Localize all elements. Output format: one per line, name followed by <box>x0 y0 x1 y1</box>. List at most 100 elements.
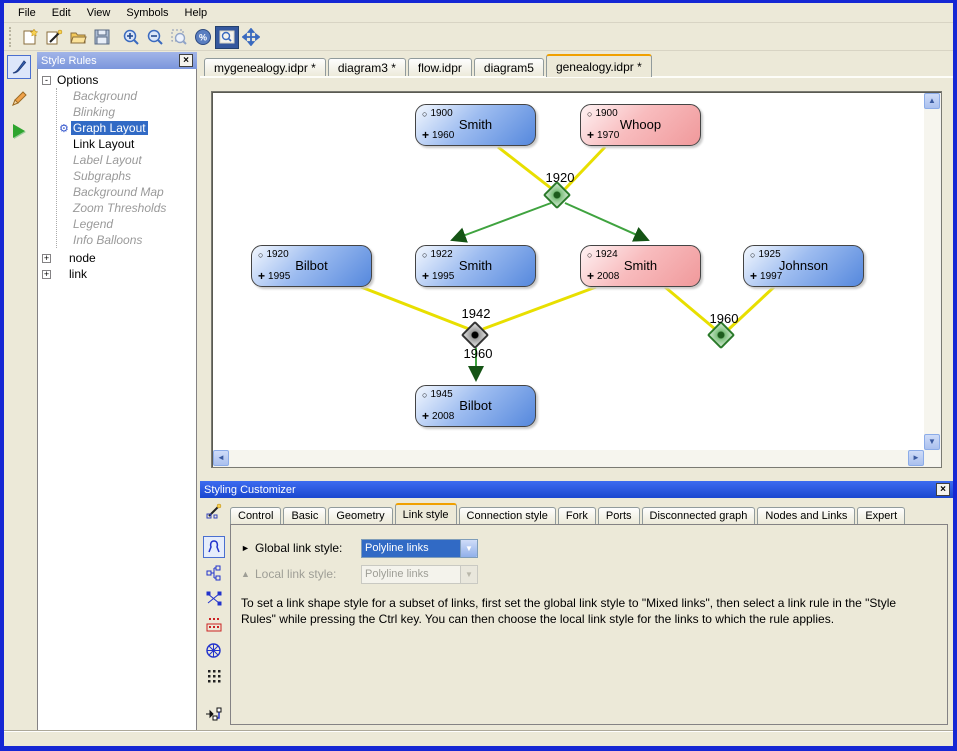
scroll-right-icon[interactable]: ► <box>908 450 924 466</box>
menu-view[interactable]: View <box>79 5 119 21</box>
tree-label[interactable]: Subgraphs <box>71 169 133 183</box>
open-button[interactable] <box>66 26 90 49</box>
tree-item-background[interactable]: Background <box>71 88 196 104</box>
menu-edit[interactable]: Edit <box>44 5 79 21</box>
diagram-canvas[interactable]: ○1900 Smith +1960 ○1900 Whoop +1970 ○192… <box>213 93 926 452</box>
tab-control[interactable]: Control <box>230 507 281 524</box>
grid-dots-button[interactable] <box>203 665 225 687</box>
run-button[interactable] <box>7 119 31 143</box>
collapse-icon[interactable]: - <box>42 76 51 85</box>
tree-item-zoom-thresholds[interactable]: Zoom Thresholds <box>71 200 196 216</box>
zoom-in-button[interactable] <box>119 26 143 49</box>
person-node-bilbot-1945[interactable]: ○1945 Bilbot +2008 <box>415 385 536 427</box>
tree-item-options[interactable]: - Options <box>42 72 196 88</box>
tree-item-link-layout[interactable]: Link Layout <box>71 136 196 152</box>
tab-ports[interactable]: Ports <box>598 507 640 524</box>
menu-help[interactable]: Help <box>177 5 216 21</box>
tree-item-background-map[interactable]: Background Map <box>71 184 196 200</box>
zoom-area-button[interactable] <box>167 26 191 49</box>
tree-layout-button[interactable] <box>203 562 225 584</box>
chevron-down-icon[interactable]: ▼ <box>460 540 477 557</box>
style-brush-button[interactable] <box>7 55 31 79</box>
tree-label[interactable]: Link Layout <box>71 137 136 151</box>
tree-item-subgraphs[interactable]: Subgraphs <box>71 168 196 184</box>
person-node-smith-1922[interactable]: ○1922 Smith +1995 <box>415 245 536 287</box>
style-rules-tree: - Options Background Blinking ⚙Graph Lay… <box>37 69 197 733</box>
toolbar-grip[interactable] <box>9 27 15 47</box>
styling-customizer-titlebar[interactable]: Styling Customizer × <box>200 481 954 498</box>
person-node-johnson-1925[interactable]: ○1925 Johnson +1997 <box>743 245 864 287</box>
tree-label[interactable]: Info Balloons <box>71 233 144 247</box>
person-node-whoop-1900[interactable]: ○1900 Whoop +1970 <box>580 104 701 146</box>
tree-label[interactable]: Background Map <box>71 185 166 199</box>
circular-layout-button[interactable] <box>203 639 225 661</box>
tab-diagram3[interactable]: diagram3 * <box>328 58 406 77</box>
tree-item-link[interactable]: + link <box>42 266 196 282</box>
tree-label[interactable]: Graph Layout <box>71 121 148 135</box>
death-icon: + <box>422 128 429 142</box>
tab-disconnected-graph[interactable]: Disconnected graph <box>642 507 756 524</box>
tab-diagram5[interactable]: diagram5 <box>474 58 544 77</box>
scroll-left-icon[interactable]: ◄ <box>213 450 229 466</box>
child-link-smith1922[interactable] <box>452 203 551 240</box>
spouse-link-smith1924-left[interactable] <box>483 287 596 329</box>
brush-icon <box>10 58 28 76</box>
menu-file[interactable]: File <box>10 5 44 21</box>
tab-genealogy[interactable]: genealogy.idpr * <box>546 54 652 77</box>
tab-mygenealogy[interactable]: mygenealogy.idpr * <box>204 58 326 77</box>
pan-button[interactable] <box>239 26 263 49</box>
new-document-button[interactable] <box>18 26 42 49</box>
layout-wizard-button[interactable] <box>203 500 225 522</box>
spouse-link-smith1900[interactable] <box>498 147 552 189</box>
save-button[interactable] <box>90 26 114 49</box>
close-icon[interactable]: × <box>936 483 950 496</box>
new-wizard-button[interactable] <box>42 26 66 49</box>
tree-label[interactable]: Background <box>71 89 139 103</box>
tree-item-graph-layout[interactable]: ⚙Graph Layout <box>71 120 196 136</box>
menu-symbols[interactable]: Symbols <box>118 5 176 21</box>
scroll-down-icon[interactable]: ▼ <box>924 434 940 450</box>
tab-connection-style[interactable]: Connection style <box>459 507 556 524</box>
apply-layout-button[interactable] <box>203 703 225 725</box>
tab-geometry[interactable]: Geometry <box>328 507 392 524</box>
overview-window-button[interactable] <box>215 26 239 49</box>
tree-label[interactable]: Options <box>55 73 100 87</box>
tab-basic[interactable]: Basic <box>283 507 326 524</box>
tab-nodes-and-links[interactable]: Nodes and Links <box>757 507 855 524</box>
tab-link-style[interactable]: Link style <box>395 503 457 524</box>
vertical-scrollbar[interactable]: ▲ ▼ <box>924 93 940 450</box>
tree-label[interactable]: Blinking <box>71 105 117 119</box>
spouse-link-bilbot1920[interactable] <box>361 287 469 329</box>
expand-icon[interactable]: + <box>42 270 51 279</box>
organic-layout-button[interactable] <box>203 536 225 558</box>
tree-item-info-balloons[interactable]: Info Balloons <box>71 232 196 248</box>
tree-item-label-layout[interactable]: Label Layout <box>71 152 196 168</box>
tab-fork[interactable]: Fork <box>558 507 596 524</box>
expand-icon[interactable]: + <box>42 254 51 263</box>
zoom-out-button[interactable] <box>143 26 167 49</box>
edit-pencil-button[interactable] <box>7 87 31 111</box>
tree-item-node[interactable]: + node <box>42 250 196 266</box>
grid-layout-red-button[interactable] <box>203 614 225 636</box>
close-icon[interactable]: × <box>179 54 193 67</box>
tab-expert[interactable]: Expert <box>857 507 905 524</box>
person-node-bilbot-1920[interactable]: ○1920 Bilbot +1995 <box>251 245 372 287</box>
global-link-style-select[interactable]: Polyline links ▼ <box>361 539 478 558</box>
child-link-smith1924[interactable] <box>565 203 648 240</box>
tree-label[interactable]: node <box>67 251 98 265</box>
tree-label[interactable]: Zoom Thresholds <box>71 201 168 215</box>
scroll-up-icon[interactable]: ▲ <box>924 93 940 109</box>
style-rules-titlebar[interactable]: Style Rules × <box>37 52 197 69</box>
horizontal-scrollbar[interactable]: ◄ ► <box>213 450 924 466</box>
tree-label[interactable]: link <box>67 267 89 281</box>
tree-label[interactable]: Legend <box>71 217 115 231</box>
tree-label[interactable]: Label Layout <box>71 153 144 167</box>
tab-flow[interactable]: flow.idpr <box>408 58 472 77</box>
zoom-percent-button[interactable]: % <box>191 26 215 49</box>
spouse-link-smith1924-right[interactable] <box>665 287 715 329</box>
person-node-smith-1924[interactable]: ○1924 Smith +2008 <box>580 245 701 287</box>
link-layout-button[interactable] <box>203 588 225 610</box>
tree-item-legend[interactable]: Legend <box>71 216 196 232</box>
person-node-smith-1900[interactable]: ○1900 Smith +1960 <box>415 104 536 146</box>
tree-item-blinking[interactable]: Blinking <box>71 104 196 120</box>
